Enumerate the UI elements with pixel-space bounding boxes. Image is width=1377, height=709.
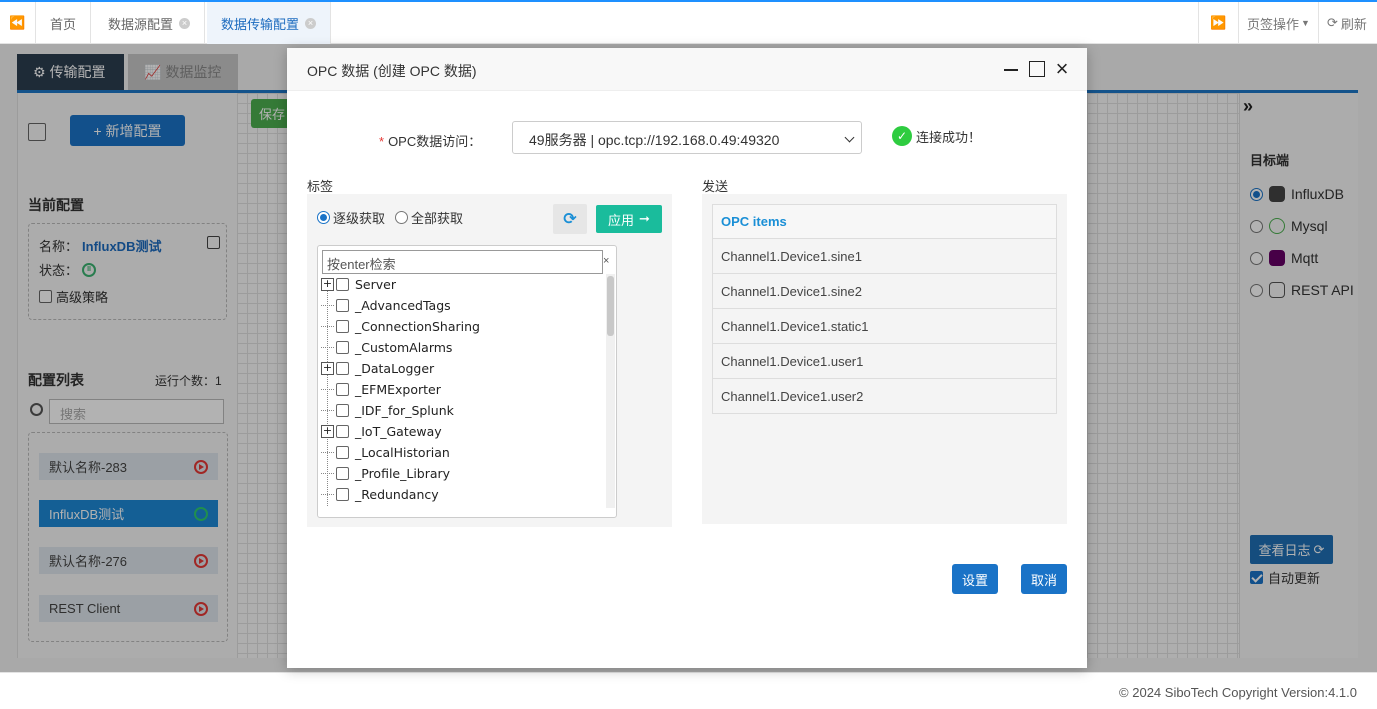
tree-node-checkbox[interactable]	[336, 424, 349, 438]
tree-scrollbar-thumb[interactable]	[607, 276, 614, 336]
tree-node[interactable]: _Profile_Library	[321, 465, 450, 481]
fetch-all-radio[interactable]	[395, 211, 408, 224]
tabs-scroll-right-button[interactable]: ⏩	[1198, 2, 1238, 44]
tabs-scroll-left-button[interactable]: ⏪	[0, 2, 36, 44]
copyright-text: © 2024 SiboTech Copyright Version:4.1.0	[1119, 685, 1357, 700]
chevron-down-icon	[844, 132, 855, 143]
opc-data-dialog: OPC 数据 (创建 OPC 数据) × * OPC数据访问： 49服务器 | o…	[287, 48, 1087, 668]
maximize-icon[interactable]	[1029, 61, 1045, 77]
tree-node[interactable]: + _IoT_Gateway	[321, 423, 442, 439]
table-row[interactable]: Channel1.Device1.sine2	[712, 273, 1057, 309]
expand-icon[interactable]: +	[321, 361, 334, 375]
tree-node-checkbox[interactable]	[336, 403, 349, 417]
tree-node[interactable]: _CustomAlarms	[321, 339, 452, 355]
send-section-label: 发送	[702, 179, 729, 194]
tree-node-checkbox[interactable]	[336, 382, 349, 396]
opc-items-header: OPC items	[712, 204, 1057, 239]
double-chevron-right-icon: ⏩	[1210, 15, 1227, 30]
table-row[interactable]: Channel1.Device1.sine1	[712, 238, 1057, 274]
double-chevron-left-icon: ⏪	[9, 15, 26, 30]
close-tab-icon[interactable]: ×	[305, 17, 317, 29]
tree-connector	[321, 451, 334, 453]
table-header-row: OPC items	[712, 204, 1057, 239]
tree-node[interactable]: _LocalHistorian	[321, 444, 450, 460]
minimize-icon[interactable]	[1003, 61, 1019, 77]
tree-connector	[321, 388, 334, 390]
close-icon[interactable]: ×	[1054, 58, 1070, 80]
close-tab-icon[interactable]: ×	[179, 17, 191, 29]
top-tab-bar: ⏪ 首页 数据源配置 × 数据传输配置 × ⏩ 页签操作 ▼ ⟳ 刷新	[0, 0, 1377, 44]
footer: © 2024 SiboTech Copyright Version:4.1.0	[0, 672, 1377, 709]
check-circle-icon: ✓	[892, 126, 912, 146]
opc-items-table: OPC items Channel1.Device1.sine1 Channel…	[712, 204, 1057, 414]
radio-fetch-all[interactable]: 全部获取	[395, 208, 463, 227]
dialog-header: OPC 数据 (创建 OPC 数据) ×	[287, 48, 1087, 91]
tree-node-checkbox[interactable]	[336, 319, 349, 333]
tree-connector	[321, 346, 334, 348]
tree-search-input[interactable]: 按enter检索	[322, 250, 603, 274]
tab-home[interactable]: 首页	[36, 2, 92, 44]
tree-connector	[321, 493, 334, 495]
tree-node[interactable]: + _DataLogger	[321, 360, 434, 376]
refresh-tree-button[interactable]: ⟳	[553, 204, 587, 234]
opc-item-cell: Channel1.Device1.sine2	[712, 273, 1057, 309]
opc-server-select[interactable]: 49服务器 | opc.tcp://192.168.0.49:49320	[512, 121, 862, 154]
refresh-icon: ⟳	[563, 211, 577, 228]
connection-status: ✓ 连接成功！	[892, 126, 981, 146]
tab-data-transfer-config[interactable]: 数据传输配置 ×	[207, 2, 332, 44]
caret-down-icon: ▼	[1301, 18, 1310, 28]
table-row[interactable]: Channel1.Device1.user2	[712, 378, 1057, 414]
tree-node[interactable]: _AdvancedTags	[321, 297, 451, 313]
refresh-button[interactable]: ⟳ 刷新	[1318, 2, 1377, 44]
tab-datasource-config[interactable]: 数据源配置 ×	[94, 2, 206, 44]
tree-node-checkbox[interactable]	[336, 277, 349, 291]
tree-connector	[321, 304, 334, 306]
tree-node[interactable]: _Redundancy	[321, 486, 439, 502]
refresh-icon: ⟳	[1327, 15, 1338, 30]
table-row[interactable]: Channel1.Device1.user1	[712, 343, 1057, 379]
tree-node-checkbox[interactable]	[336, 487, 349, 501]
tree-node-checkbox[interactable]	[336, 361, 349, 375]
tree-node[interactable]: _EFMExporter	[321, 381, 441, 397]
opc-item-cell: Channel1.Device1.user2	[712, 378, 1057, 414]
tree-node[interactable]: _IDF_for_Splunk	[321, 402, 454, 418]
tree-node[interactable]: _ConnectionSharing	[321, 318, 480, 334]
tree-node-checkbox[interactable]	[336, 445, 349, 459]
arrow-right-icon: ➞	[639, 211, 650, 226]
opc-item-cell: Channel1.Device1.user1	[712, 343, 1057, 379]
tree-node-checkbox[interactable]	[336, 466, 349, 480]
required-marker: *	[379, 134, 385, 149]
opc-item-cell: Channel1.Device1.sine1	[712, 238, 1057, 274]
tree-node-checkbox[interactable]	[336, 298, 349, 312]
set-button[interactable]: 设置	[952, 564, 998, 594]
tag-section-label: 标签	[307, 179, 334, 194]
dialog-title: OPC 数据 (创建 OPC 数据)	[307, 63, 477, 79]
opc-item-cell: Channel1.Device1.static1	[712, 308, 1057, 344]
apply-button[interactable]: 应用 ➞	[596, 205, 662, 233]
tree-connector	[321, 409, 334, 411]
expand-icon[interactable]: +	[321, 424, 334, 438]
table-row[interactable]: Channel1.Device1.static1	[712, 308, 1057, 344]
radio-level-fetch[interactable]: 逐级获取	[317, 208, 385, 227]
tree-connector	[321, 325, 334, 327]
level-fetch-radio[interactable]	[317, 211, 330, 224]
tree-connector	[321, 472, 334, 474]
expand-icon[interactable]: +	[321, 277, 334, 291]
opc-access-label: * OPC数据访问：	[379, 134, 482, 149]
tab-operations-dropdown[interactable]: 页签操作 ▼	[1238, 2, 1318, 44]
tree-node-checkbox[interactable]	[336, 340, 349, 354]
cancel-button[interactable]: 取消	[1021, 564, 1067, 594]
tree-node[interactable]: + Server	[321, 276, 396, 292]
clear-search-icon[interactable]: ×	[603, 255, 609, 267]
